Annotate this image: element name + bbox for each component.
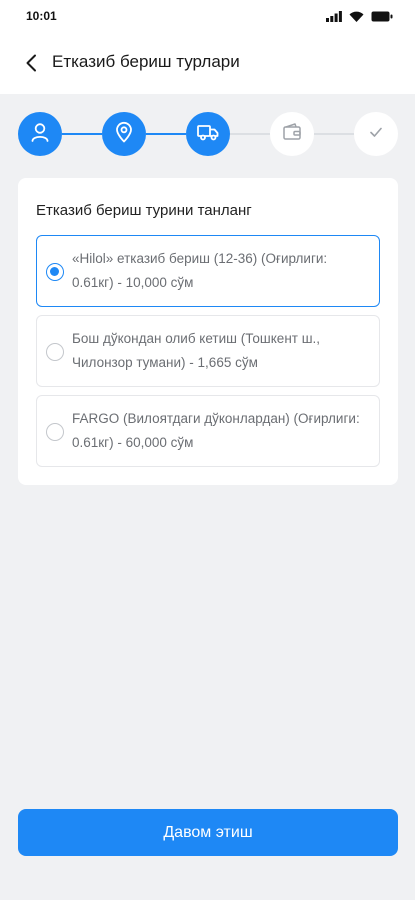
- wifi-icon: [349, 9, 364, 27]
- step-delivery: [186, 112, 230, 156]
- step-connector: [230, 133, 270, 135]
- checkout-stepper: [18, 112, 398, 156]
- card-title: Етказиб бериш турини танланг: [36, 202, 252, 219]
- radio-button[interactable]: [46, 263, 64, 281]
- status-time: 10:01: [26, 9, 57, 23]
- status-icons: [326, 9, 393, 27]
- location-pin-icon: [113, 121, 135, 148]
- truck-icon: [196, 121, 220, 148]
- status-bar: 10:01: [0, 0, 415, 32]
- delivery-option-fargo[interactable]: FARGO (Вилоятдаги дўконлардан) (Оғирлиги…: [36, 395, 380, 467]
- delivery-options-card: Етказиб бериш турини танланг «Hilol» етк…: [18, 178, 398, 485]
- chevron-left-icon[interactable]: [18, 50, 44, 76]
- option-label: «Hilol» етказиб бериш (12-36) (Оғирлиги:…: [72, 251, 328, 290]
- radio-button[interactable]: [46, 343, 64, 361]
- user-icon: [29, 121, 51, 148]
- app-header: Етказиб бериш турлари: [0, 32, 415, 94]
- step-connector: [314, 133, 354, 135]
- step-connector: [62, 133, 102, 135]
- delivery-option-pickup[interactable]: Бош дўкондан олиб кетиш (Тошкент ш., Чил…: [36, 315, 380, 387]
- step-connector: [146, 133, 186, 135]
- check-icon: [367, 123, 385, 146]
- delivery-option-hilol[interactable]: «Hilol» етказиб бериш (12-36) (Оғирлиги:…: [36, 235, 380, 307]
- step-confirm: [354, 112, 398, 156]
- option-label: FARGO (Вилоятдаги дўконлардан) (Оғирлиги…: [72, 411, 360, 450]
- page-title: Етказиб бериш турлари: [52, 52, 240, 71]
- step-address: [102, 112, 146, 156]
- step-payment: [270, 112, 314, 156]
- signal-icon: [326, 9, 342, 27]
- wallet-icon: [281, 121, 303, 148]
- battery-icon: [371, 9, 393, 27]
- option-label: Бош дўкондан олиб кетиш (Тошкент ш., Чил…: [72, 331, 321, 370]
- step-user: [18, 112, 62, 156]
- radio-button[interactable]: [46, 423, 64, 441]
- continue-button[interactable]: Давом этиш: [18, 809, 398, 856]
